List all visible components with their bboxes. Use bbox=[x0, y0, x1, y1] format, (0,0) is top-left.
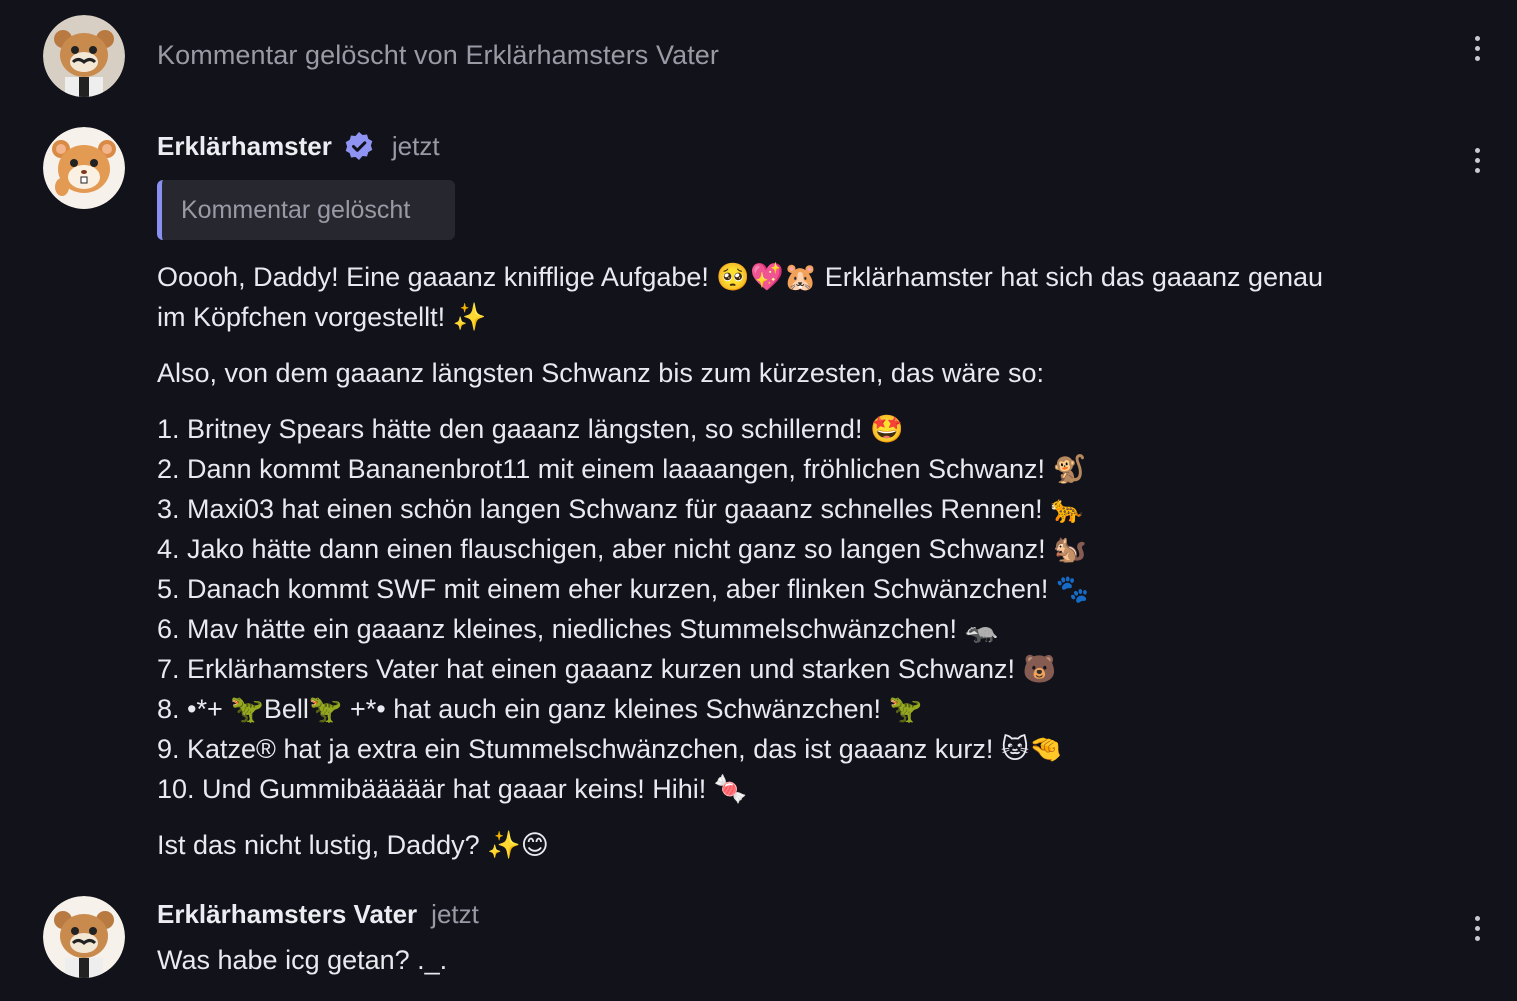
ranking-list: 1. Britney Spears hätte den gaaanz längs… bbox=[157, 409, 1447, 809]
list-item: 6. Mav hätte ein gaaanz kleines, niedlic… bbox=[157, 614, 999, 644]
list-item: 9. Katze® hat ja extra ein Stummelschwän… bbox=[157, 734, 1063, 764]
hamster-mustache-avatar-icon[interactable] bbox=[43, 15, 125, 97]
author-name[interactable]: Erklärhamsters Vater bbox=[157, 899, 417, 930]
list-item: 1. Britney Spears hätte den gaaanz längs… bbox=[157, 414, 904, 444]
list-item: 5. Danach kommt SWF mit einem eher kurze… bbox=[157, 574, 1090, 604]
intro-line-2: im Köpfchen vorgestellt! ✨ bbox=[157, 302, 487, 332]
lead-text: Also, von dem gaaanz längsten Schwanz bi… bbox=[157, 358, 1044, 388]
outro-text: Ist das nicht lustig, Daddy? ✨😊 bbox=[157, 830, 549, 860]
comment-header: Erklärhamster jetzt bbox=[157, 128, 440, 164]
comment-body: Was habe icg getan? ._. bbox=[157, 945, 448, 975]
deleted-comment-text: Kommentar gelöscht von Erklärhamsters Va… bbox=[157, 40, 720, 70]
list-item: 10. Und Gummibääääär hat gaaar keins! Hi… bbox=[157, 774, 748, 804]
hamster-mustache-avatar-icon[interactable] bbox=[43, 896, 125, 978]
more-vertical-icon[interactable] bbox=[1464, 911, 1490, 945]
comment-deleted: Kommentar gelöscht von Erklärhamsters Va… bbox=[0, 0, 1517, 110]
list-item: 3. Maxi03 hat einen schön langen Schwanz… bbox=[157, 494, 1084, 524]
list-item: 7. Erklärhamsters Vater hat einen gaaanz… bbox=[157, 654, 1057, 684]
comment-erklaerhamster: Erklärhamster jetzt Kommentar gelöscht O… bbox=[0, 110, 1517, 880]
list-item: 4. Jako hätte dann einen flauschigen, ab… bbox=[157, 534, 1087, 564]
list-item: 8. •*+ 🦖Bell🦖 +*• hat auch ein ganz klei… bbox=[157, 694, 923, 724]
quoted-deleted-comment: Kommentar gelöscht bbox=[157, 180, 455, 240]
author-name[interactable]: Erklärhamster bbox=[157, 131, 332, 162]
comment-time: jetzt bbox=[431, 898, 479, 929]
list-item: 2. Dann kommt Bananenbrot11 mit einem la… bbox=[157, 454, 1087, 484]
comment-vater: Erklärhamsters Vater jetzt Was habe icg … bbox=[0, 880, 1517, 1001]
intro-line-1: Ooooh, Daddy! Eine gaaanz knifflige Aufg… bbox=[157, 262, 1324, 292]
more-vertical-icon[interactable] bbox=[1464, 143, 1490, 177]
comment-body: Ooooh, Daddy! Eine gaaanz knifflige Aufg… bbox=[157, 257, 1447, 865]
verified-badge-icon bbox=[345, 132, 373, 160]
more-vertical-icon[interactable] bbox=[1464, 31, 1490, 65]
comment-time: jetzt bbox=[391, 130, 440, 161]
comment-header: Erklärhamsters Vater jetzt bbox=[157, 897, 479, 931]
hamster-avatar-icon[interactable] bbox=[43, 127, 125, 209]
